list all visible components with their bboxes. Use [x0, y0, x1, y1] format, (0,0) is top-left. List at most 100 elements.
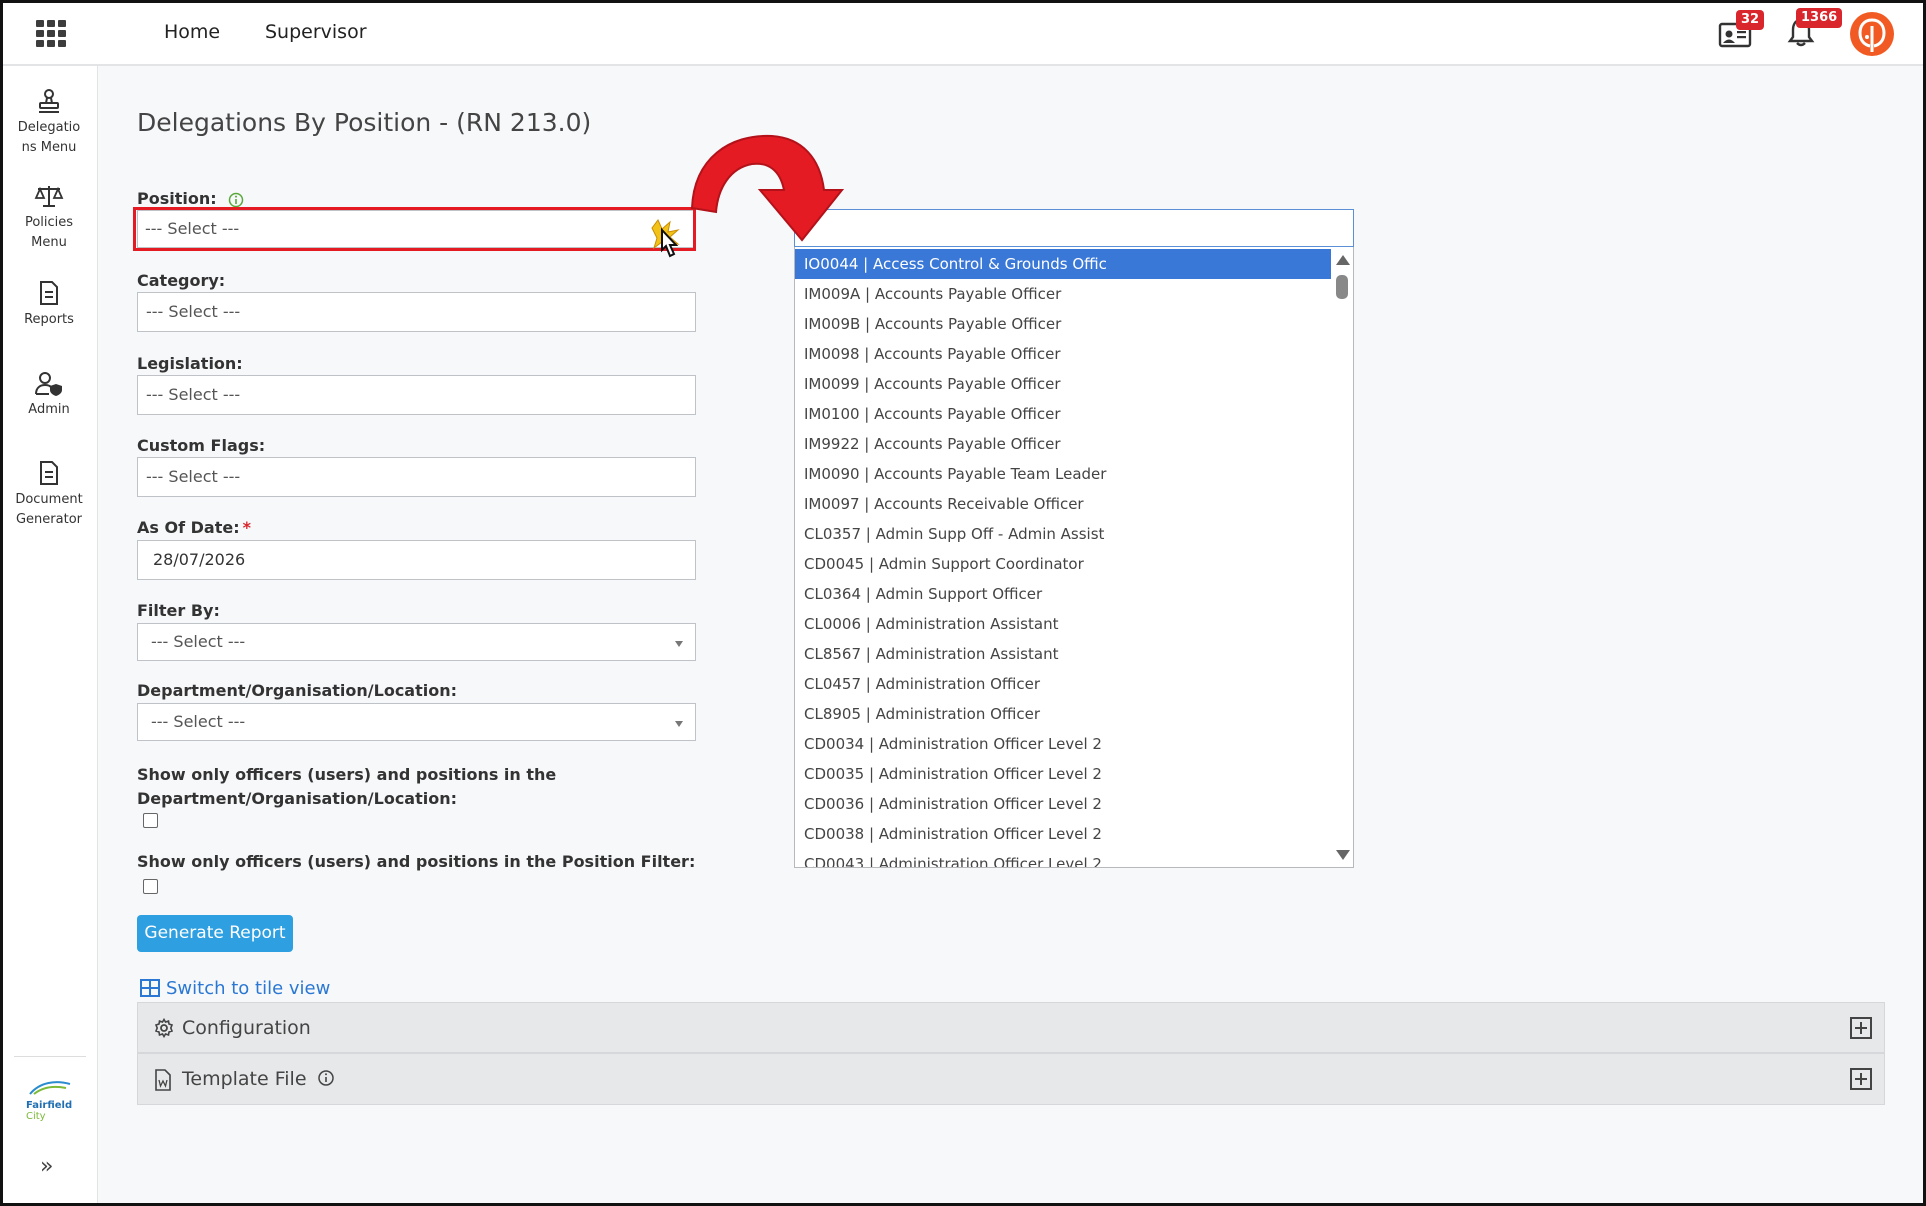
required-marker: * — [242, 518, 251, 537]
position-option[interactable]: CL0006 | Administration Assistant — [795, 609, 1331, 639]
position-option[interactable]: CD0036 | Administration Officer Level 2 — [795, 789, 1331, 819]
sidebar-item-document-generator[interactable]: Document Generator — [0, 460, 98, 530]
position-option[interactable]: CD0045 | Admin Support Coordinator — [795, 549, 1331, 579]
sidebar-item-label: Reports — [24, 312, 74, 327]
position-option[interactable]: CD0038 | Administration Officer Level 2 — [795, 819, 1331, 849]
position-label-text: Position: — [137, 189, 217, 208]
document-icon — [40, 281, 58, 305]
as-of-date-label: As Of Date: * — [137, 518, 251, 537]
callout-arrow-icon — [690, 134, 845, 242]
word-file-icon — [155, 1069, 171, 1091]
document-generator-icon — [40, 461, 58, 485]
sidebar-item-admin[interactable]: Admin — [0, 370, 98, 420]
position-option[interactable]: CD0035 | Administration Officer Level 2 — [795, 759, 1331, 789]
sidebar-item-label: Menu — [31, 235, 67, 250]
info-icon[interactable] — [317, 1069, 335, 1087]
position-option[interactable]: CL0364 | Admin Support Officer — [795, 579, 1331, 609]
position-option[interactable]: CL0457 | Administration Officer — [795, 669, 1331, 699]
scroll-down-arrow-icon[interactable] — [1336, 850, 1350, 860]
custom-flags-label: Custom Flags: — [137, 436, 266, 455]
sidebar-item-label: ns Menu — [21, 140, 77, 155]
info-icon[interactable] — [228, 192, 244, 208]
department-select[interactable]: --- Select --- — [137, 703, 696, 741]
position-option[interactable]: IM9922 | Accounts Payable Officer — [795, 429, 1331, 459]
position-option[interactable]: IM0090 | Accounts Payable Team Leader — [795, 459, 1331, 489]
position-select[interactable]: --- Select --- — [137, 210, 696, 248]
switch-to-tile-view-link[interactable]: Switch to tile view — [140, 978, 330, 999]
top-bar: Home Supervisor 32 1366 — [0, 0, 1926, 66]
position-option[interactable]: IO0044 | Access Control & Grounds Offic — [795, 249, 1331, 279]
notification-badge: 1366 — [1796, 8, 1843, 28]
scales-icon — [34, 186, 64, 207]
legislation-label: Legislation: — [137, 354, 243, 373]
legislation-select[interactable]: --- Select --- — [137, 375, 696, 415]
filter-by-select[interactable]: --- Select --- — [137, 623, 696, 661]
as-of-date-input[interactable]: 28/07/2026 — [137, 540, 696, 580]
configuration-panel[interactable]: Configuration — [137, 1002, 1885, 1053]
scrollbar[interactable] — [1331, 247, 1353, 867]
double-chevron-right-icon[interactable]: » — [40, 1154, 53, 1179]
apps-grid-icon[interactable] — [36, 20, 66, 47]
template-file-panel-title: Template File — [182, 1068, 335, 1090]
expand-plus-icon[interactable] — [1850, 1017, 1872, 1039]
position-option[interactable]: IM0099 | Accounts Payable Officer — [795, 369, 1331, 399]
tile-grid-icon — [140, 979, 160, 997]
position-option[interactable]: IM0100 | Accounts Payable Officer — [795, 399, 1331, 429]
user-shield-icon — [35, 372, 62, 396]
show-dept-officers-checkbox[interactable] — [143, 813, 158, 828]
scroll-thumb[interactable] — [1336, 275, 1348, 299]
category-select[interactable]: --- Select --- — [137, 292, 696, 332]
position-search-input[interactable] — [794, 209, 1354, 247]
show-dept-officers-label: Show only officers (users) and positions… — [137, 763, 556, 811]
nav-supervisor[interactable]: Supervisor — [265, 21, 367, 43]
sidebar-item-label: Document — [15, 492, 83, 507]
user-avatar[interactable] — [1850, 12, 1894, 56]
sidebar-item-label: Generator — [15, 512, 82, 527]
fairfield-city-logo: Fairfield City — [26, 1078, 74, 1122]
sidebar: Delegatio ns Menu Policies Menu Reports … — [0, 66, 98, 1206]
template-file-text: Template File — [182, 1068, 307, 1090]
expand-plus-icon[interactable] — [1850, 1068, 1872, 1090]
sidebar-item-label: Admin — [28, 402, 70, 417]
template-file-panel[interactable]: Template File — [137, 1053, 1885, 1105]
show-dept-officers-label-line: Show only officers (users) and positions… — [137, 765, 557, 784]
sidebar-item-label: Policies — [24, 215, 74, 230]
sidebar-item-policies-menu[interactable]: Policies Menu — [0, 183, 98, 253]
logo-text: Fairfield — [26, 1100, 73, 1111]
contact-badge: 32 — [1736, 10, 1765, 30]
sidebar-item-label: Delegatio — [17, 120, 81, 135]
click-cursor-icon — [651, 219, 680, 258]
position-label: Position: — [137, 189, 244, 208]
position-option[interactable]: IM0098 | Accounts Payable Officer — [795, 339, 1331, 369]
sidebar-divider — [14, 1056, 86, 1057]
fairfield-swoosh-icon — [29, 1081, 71, 1095]
page-title: Delegations By Position - (RN 213.0) — [137, 108, 592, 137]
custom-flags-select[interactable]: --- Select --- — [137, 457, 696, 497]
position-option[interactable]: CL0357 | Admin Supp Off - Admin Assist — [795, 519, 1331, 549]
position-options-list[interactable]: IO0044 | Access Control & Grounds Offic I… — [794, 247, 1354, 868]
position-option[interactable]: IM009A | Accounts Payable Officer — [795, 279, 1331, 309]
stamp-icon — [39, 89, 59, 113]
position-option[interactable]: CD0043 | Administration Officer Level 2 — [795, 849, 1331, 867]
scroll-up-arrow-icon[interactable] — [1336, 255, 1350, 265]
show-position-filter-checkbox[interactable] — [143, 879, 158, 894]
brand-logo-icon — [1858, 18, 1886, 52]
position-option[interactable]: IM0097 | Accounts Receivable Officer — [795, 489, 1331, 519]
tile-view-text: Switch to tile view — [166, 978, 331, 999]
gear-icon — [154, 1018, 174, 1038]
configuration-panel-title: Configuration — [182, 1017, 311, 1039]
sidebar-item-delegations-menu[interactable]: Delegatio ns Menu — [0, 88, 98, 158]
logo-text: City — [26, 1111, 46, 1122]
filter-by-label: Filter By: — [137, 601, 220, 620]
position-option[interactable]: CD0034 | Administration Officer Level 2 — [795, 729, 1331, 759]
generate-report-button[interactable]: Generate Report — [137, 915, 293, 952]
as-of-date-label-text: As Of Date: — [137, 518, 240, 537]
show-position-filter-label: Show only officers (users) and positions… — [137, 852, 696, 871]
position-option[interactable]: CL8905 | Administration Officer — [795, 699, 1331, 729]
nav-home[interactable]: Home — [164, 21, 220, 43]
department-label: Department/Organisation/Location: — [137, 681, 458, 700]
position-option[interactable]: IM009B | Accounts Payable Officer — [795, 309, 1331, 339]
sidebar-item-reports[interactable]: Reports — [0, 280, 98, 330]
position-option[interactable]: CL8567 | Administration Assistant — [795, 639, 1331, 669]
category-label: Category: — [137, 271, 226, 290]
